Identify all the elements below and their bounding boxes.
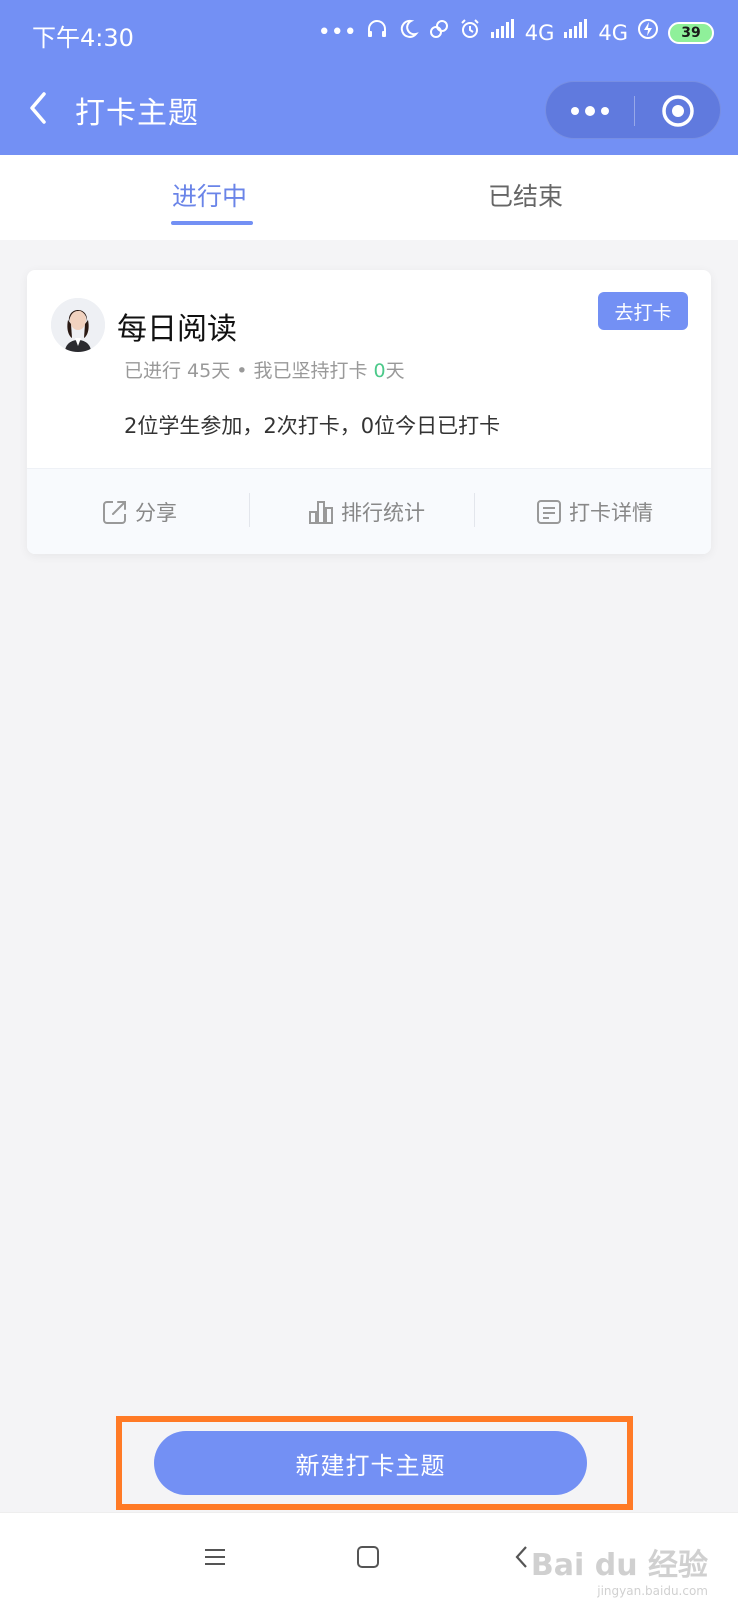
watermark-brand: Bai du 经验 [530, 1548, 708, 1583]
tab-ended[interactable]: 已结束 [488, 177, 563, 213]
ranking-stats-label: 排行统计 [341, 501, 425, 525]
avatar [51, 298, 105, 352]
status-icons: ••• 4G 4G 39 [318, 18, 714, 47]
action-divider [249, 493, 250, 527]
share-icon [103, 501, 126, 524]
share-label: 分享 [135, 501, 177, 525]
link-icon [428, 18, 450, 47]
more-dots-icon: ••• [317, 19, 357, 45]
meta-suffix: 天 [385, 360, 405, 382]
network-label-1: 4G [524, 20, 555, 45]
tab-active-indicator [171, 221, 253, 225]
checkin-details-label: 打卡详情 [569, 501, 653, 525]
streak-days: 0 [373, 360, 386, 382]
watermark-url: jingyan.baidu.com [597, 1584, 708, 1598]
moon-icon [397, 18, 419, 47]
tab-ongoing[interactable]: 进行中 [172, 177, 247, 213]
back-button[interactable] [24, 88, 60, 128]
system-home-button[interactable] [338, 1531, 398, 1583]
bar-chart-icon [309, 501, 333, 524]
more-menu-button[interactable] [546, 82, 634, 140]
baidu-watermark: Bai du 经验 jingyan.baidu.com [531, 1540, 708, 1598]
alarm-icon [459, 18, 481, 47]
card-meta: 已进行 45天 • 我已坚持打卡 0天 [124, 356, 405, 383]
create-checkin-topic-button[interactable]: 新建打卡主题 [154, 1431, 587, 1495]
dot [571, 107, 579, 115]
checkin-details-button[interactable]: 打卡详情 [535, 469, 653, 554]
menu-icon [205, 1549, 225, 1565]
tab-bar: 进行中 已结束 [0, 155, 738, 240]
card-summary: 2位学生参加，2次打卡，0位今日已打卡 [124, 414, 501, 438]
action-divider [474, 493, 475, 527]
close-mini-program-button[interactable] [634, 82, 722, 140]
meta-text: 已进行 45天 • 我已坚持打卡 [124, 360, 374, 382]
charging-icon [637, 18, 659, 47]
headset-icon [366, 18, 388, 47]
home-square-icon [357, 1546, 379, 1568]
status-time: 下午4:30 [32, 24, 134, 52]
page-title: 打卡主题 [75, 96, 199, 131]
signal-icon [490, 18, 516, 47]
signal-icon [563, 18, 589, 47]
header-bar: 下午4:30 ••• 4G 4G 39 打卡主题 [0, 0, 738, 155]
chevron-left-icon [30, 92, 46, 124]
target-close-icon [662, 95, 694, 127]
dot [601, 107, 609, 115]
battery-icon: 39 [668, 21, 714, 44]
checkin-topic-card[interactable]: 每日阅读 去打卡 已进行 45天 • 我已坚持打卡 0天 2位学生参加，2次打卡… [27, 270, 711, 554]
system-menu-button[interactable] [185, 1531, 245, 1583]
status-bar: 下午4:30 ••• 4G 4G 39 [0, 0, 738, 70]
network-label-2: 4G [598, 20, 628, 45]
chevron-left-icon [515, 1546, 527, 1568]
go-checkin-button[interactable]: 去打卡 [598, 292, 688, 330]
mini-program-capsule [545, 81, 721, 139]
ranking-stats-button[interactable]: 排行统计 [307, 469, 425, 554]
card-title: 每日阅读 [117, 312, 237, 347]
dot [585, 106, 595, 116]
card-action-bar: 分享 排行统计 打卡详情 [27, 468, 711, 554]
details-icon [537, 500, 561, 524]
share-button[interactable]: 分享 [101, 469, 177, 554]
